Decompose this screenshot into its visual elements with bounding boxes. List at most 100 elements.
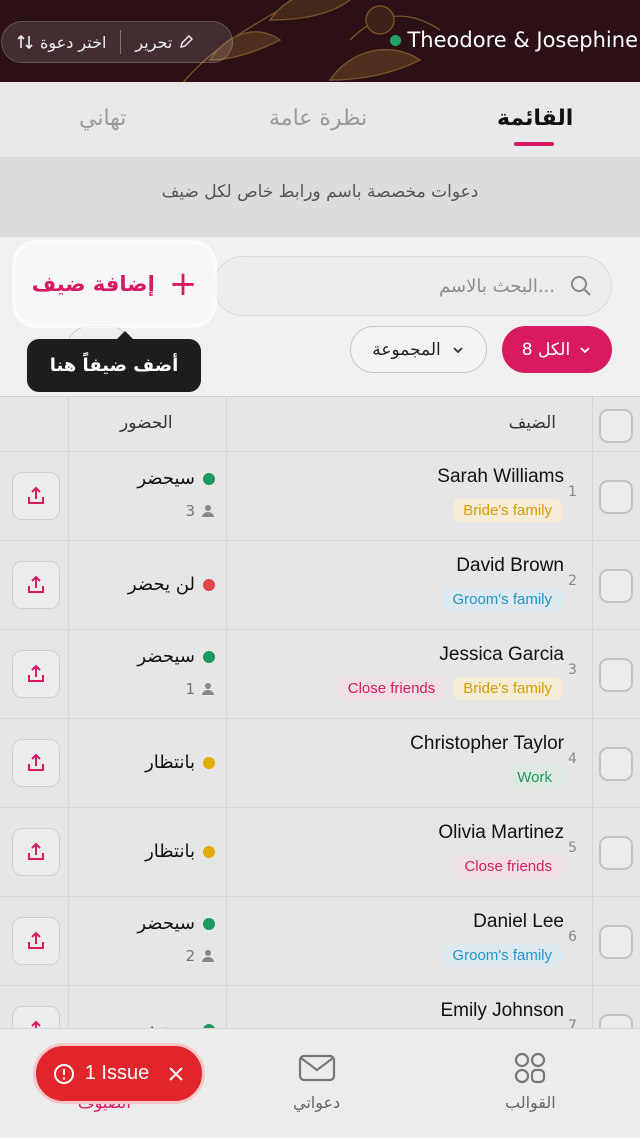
status-dot (203, 650, 215, 663)
alert-circle-icon (53, 1063, 74, 1084)
row-number: 5 (568, 840, 577, 856)
row-checkbox[interactable] (599, 747, 633, 781)
share-icon (28, 931, 44, 949)
edit-label: تحرير (135, 32, 173, 52)
share-invite-button[interactable] (12, 650, 60, 698)
header-actions: اختر دعوة تحرير (1, 21, 233, 63)
tab-bar: القائمة نظرة عامة تهاني (0, 82, 640, 157)
row-checkbox[interactable] (599, 480, 633, 514)
attendance-status-label: سيحضر (137, 646, 195, 667)
close-icon[interactable] (167, 1065, 185, 1083)
table-row[interactable]: 4 Christopher Taylor Work بانتظار (0, 719, 640, 808)
guest-tags: Groom's family (442, 588, 562, 611)
attendance-status-label: سيحضر (137, 913, 195, 934)
group-tag: Bride's family (453, 499, 562, 522)
table-row[interactable]: 1 Sarah Williams Bride's family سيحضر 3 (0, 452, 640, 541)
guest-name[interactable]: Daniel Lee (473, 911, 564, 933)
group-tag: Close friends (337, 677, 446, 700)
select-all-checkbox[interactable] (599, 409, 633, 443)
share-icon (28, 575, 44, 593)
tab-list[interactable]: القائمة (497, 106, 573, 131)
row-number: 1 (568, 484, 577, 500)
filter-group-chip[interactable]: المجموعة (350, 326, 487, 373)
add-guest-button[interactable]: إضافة ضيف + (16, 244, 213, 324)
share-invite-button[interactable] (12, 828, 60, 876)
guest-tags: Groom's family (442, 944, 562, 967)
chevron-down-icon (580, 346, 590, 353)
nav-templates[interactable]: القوالب (505, 1051, 556, 1112)
row-checkbox[interactable] (599, 836, 633, 870)
guest-name[interactable]: Emily Johnson (440, 1000, 564, 1022)
attendee-count: 3 (185, 502, 215, 520)
nav-invites[interactable]: دعواتي (293, 1051, 340, 1112)
table-row[interactable]: 3 Jessica Garcia Bride's family Close fri… (0, 630, 640, 719)
active-tab-indicator (514, 142, 554, 146)
guest-tags: Close friends (454, 855, 562, 878)
choose-invite-label: اختر دعوة (40, 32, 107, 52)
attendance-status-label: بانتظار (145, 841, 195, 862)
share-icon (28, 664, 44, 682)
filter-all-chip[interactable]: الكل 8 (502, 326, 612, 373)
guest-name[interactable]: Olivia Martinez (438, 822, 564, 844)
row-number: 3 (568, 662, 577, 678)
share-icon (28, 486, 44, 504)
issue-label: 1 Issue (84, 1062, 150, 1084)
tab-congratulations[interactable]: تهاني (79, 106, 126, 131)
row-checkbox[interactable] (599, 569, 633, 603)
share-invite-button[interactable] (12, 917, 60, 965)
event-title: Theodore & Josephine (390, 28, 638, 52)
choose-invite-button[interactable]: اختر دعوة (2, 22, 120, 62)
share-invite-button[interactable] (12, 472, 60, 520)
share-invite-button[interactable] (12, 561, 60, 609)
app-header: Theodore & Josephine اختر دعوة تحرير (0, 0, 640, 82)
swap-vertical-icon (17, 34, 33, 50)
column-header-attendance: الحضور (120, 413, 173, 433)
group-tag: Groom's family (442, 944, 562, 967)
table-row[interactable]: 5 Olivia Martinez Close friends بانتظار (0, 808, 640, 897)
issue-badge[interactable]: 1 Issue (33, 1043, 205, 1104)
group-tag: Work (507, 766, 562, 789)
attendance-status-label: لن يحضر (127, 574, 195, 595)
search-field[interactable]: البحث بالاسم... (213, 256, 612, 316)
guest-name[interactable]: Sarah Williams (437, 466, 564, 488)
online-status-dot (390, 34, 402, 46)
attendance-status: سيحضر (137, 646, 215, 667)
status-dot (203, 756, 215, 769)
guest-name[interactable]: David Brown (456, 555, 564, 577)
chevron-down-icon (453, 346, 463, 353)
edit-button[interactable]: تحرير (121, 22, 208, 62)
table-row[interactable]: 6 Daniel Lee Groom's family سيحضر 2 (0, 897, 640, 986)
attendee-count: 1 (185, 680, 215, 698)
nav-invites-label: دعواتي (293, 1093, 341, 1112)
column-header-guest: الضيف (508, 413, 556, 433)
pencil-icon (180, 35, 194, 48)
row-checkbox[interactable] (599, 925, 633, 959)
guest-name[interactable]: Christopher Taylor (410, 733, 564, 755)
group-tag: Groom's family (442, 588, 562, 611)
info-banner: دعوات مخصصة باسم ورابط خاص لكل ضيف (0, 157, 640, 237)
tab-overview[interactable]: نظرة عامة (269, 106, 367, 131)
guest-name[interactable]: Jessica Garcia (439, 644, 564, 666)
guest-table: الضيف الحضور 1 Sarah Williams Bride's fa… (0, 396, 640, 1075)
plus-icon: + (168, 264, 198, 304)
attendance-status-label: سيحضر (137, 468, 195, 489)
person-icon (202, 683, 214, 695)
nav-templates-label: القوالب (505, 1093, 556, 1112)
attendee-count-value: 1 (185, 680, 195, 698)
status-dot (203, 845, 215, 858)
share-icon (28, 842, 44, 860)
envelope-icon (298, 1054, 335, 1082)
share-invite-button[interactable] (12, 739, 60, 787)
group-tag: Close friends (454, 855, 562, 878)
row-number: 4 (568, 751, 577, 767)
row-checkbox[interactable] (599, 658, 633, 692)
attendance-status: بانتظار (145, 841, 215, 862)
event-title-text: Theodore & Josephine (407, 28, 638, 52)
filter-all-label: الكل 8 (521, 339, 571, 360)
table-header-row: الضيف الحضور (0, 397, 640, 452)
attendance-status-label: بانتظار (145, 752, 195, 773)
status-dot (203, 578, 215, 591)
table-row[interactable]: 2 David Brown Groom's family لن يحضر (0, 541, 640, 630)
guest-tags: Work (507, 766, 562, 789)
guest-tags: Bride's family (453, 499, 562, 522)
